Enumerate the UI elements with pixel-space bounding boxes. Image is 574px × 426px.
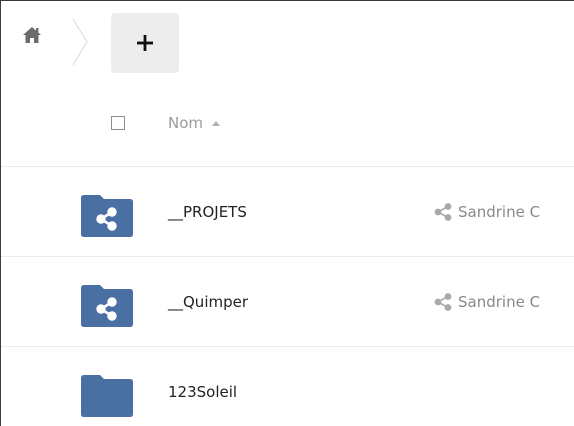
share-owner-name: Sandrine C xyxy=(458,203,541,221)
breadcrumb xyxy=(1,1,574,77)
folder-icon xyxy=(81,375,133,417)
plus-icon xyxy=(137,35,153,51)
name-column-header[interactable]: Nom xyxy=(168,114,221,132)
file-row-projets[interactable]: __PROJETS Sandrine C xyxy=(1,167,574,257)
file-name[interactable]: __PROJETS xyxy=(168,203,247,221)
share-owner[interactable]: Sandrine C xyxy=(433,203,540,221)
share-owner[interactable]: Sandrine C xyxy=(433,293,540,311)
share-owner-name: Sandrine C xyxy=(458,293,541,311)
file-name[interactable]: 123Soleil xyxy=(168,383,237,401)
file-row-123soleil[interactable]: 123Soleil xyxy=(1,347,574,426)
breadcrumb-separator-icon xyxy=(72,18,88,66)
sort-ascending-icon xyxy=(212,121,221,126)
shared-folder-icon xyxy=(81,285,133,327)
name-column-label: Nom xyxy=(168,114,204,132)
select-all-checkbox[interactable] xyxy=(111,116,125,130)
shared-folder-icon xyxy=(81,195,133,237)
share-icon xyxy=(434,293,452,311)
new-button[interactable] xyxy=(111,13,179,73)
files-app: Nom __PROJETS Sandrine C __Quimper Sandr… xyxy=(0,0,574,426)
file-row-quimper[interactable]: __Quimper Sandrine C xyxy=(1,257,574,347)
share-icon xyxy=(434,203,452,221)
home-icon[interactable] xyxy=(22,26,42,44)
file-list-header: Nom xyxy=(1,92,574,167)
file-name[interactable]: __Quimper xyxy=(168,293,248,311)
